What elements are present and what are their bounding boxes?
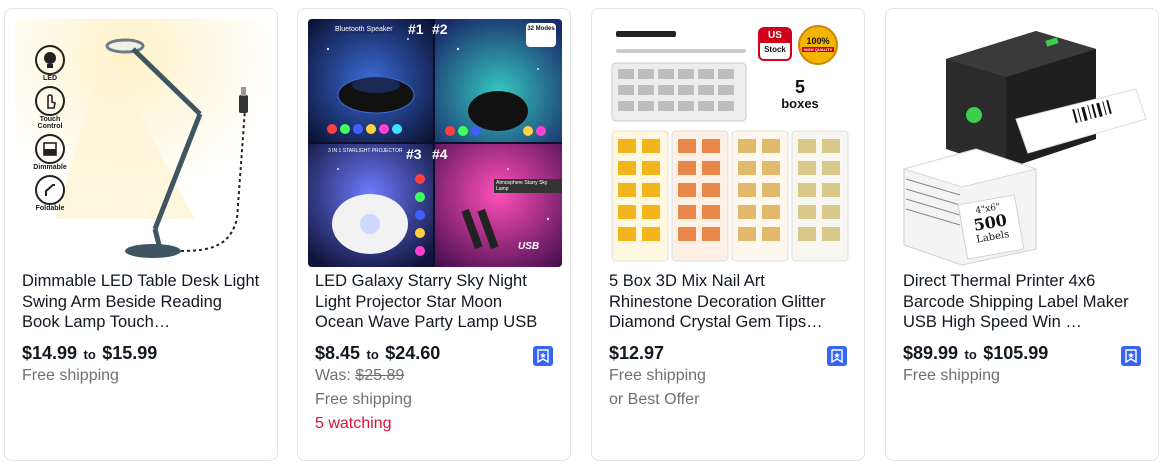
bookmark-star-icon — [537, 349, 549, 363]
price-low: $89.99 — [903, 343, 959, 363]
feature-label: Dimmable — [33, 164, 67, 171]
feature-label: Touch Control — [37, 116, 63, 130]
price-high: $15.99 — [102, 343, 158, 363]
price-to: to — [83, 347, 96, 362]
us-stock-top: US — [760, 29, 790, 43]
atmosphere-tag: Atmosphere Starry Sky Lamp — [494, 179, 562, 193]
listing-title[interactable]: Dimmable LED Table Desk Light Swing Arm … — [22, 271, 262, 333]
price-low: $14.99 — [22, 343, 78, 363]
best-offer-text: or Best Offer — [609, 391, 700, 408]
was-price: Was: $25.89 — [315, 367, 404, 385]
save-to-watchlist-button[interactable] — [533, 346, 553, 366]
price-range: $89.99 to $105.99 — [903, 343, 1048, 365]
boxes-word: boxes — [781, 96, 819, 111]
was-label: Was: — [315, 367, 356, 384]
price-high: $24.60 — [385, 343, 441, 363]
listing-title[interactable]: 5 Box 3D Mix Nail Art Rhinestone Decorat… — [609, 271, 849, 333]
feature-label: Foldable — [35, 205, 65, 212]
listing-card[interactable]: US Stock 100% HIGH QUALITY 5 boxes 5 Box… — [591, 8, 865, 461]
product-image-nail-rhinestones[interactable]: US Stock 100% HIGH QUALITY 5 boxes — [602, 19, 856, 267]
shipping-text: Free shipping — [903, 367, 1000, 384]
feature-badges: LED Touch Control Dimmable Foldable — [27, 45, 73, 212]
price: $12.97 — [609, 343, 665, 363]
panel-label: #3 — [406, 146, 422, 162]
quality-text: HIGH QUALITY — [802, 47, 834, 52]
dimmer-icon — [35, 134, 65, 164]
shipping-text: Free shipping — [315, 391, 412, 408]
bookmark-star-icon — [831, 349, 843, 363]
bookmark-star-icon — [1125, 349, 1137, 363]
bulb-icon — [35, 45, 65, 75]
listing-card[interactable]: 4"x6" 500 Labels Direct Thermal Printer … — [885, 8, 1159, 461]
quality-percent: 100% — [806, 36, 830, 46]
listing-card[interactable]: Bluetooth Speaker #1 #2 32 Modes 3 IN 1 … — [297, 8, 571, 461]
quality-seal: 100% HIGH QUALITY — [798, 25, 838, 65]
three-in-one-tag: 3 IN 1 STARLIGHT PROJECTOR — [328, 148, 403, 154]
price-high: $105.99 — [983, 343, 1049, 363]
shipping-text: Free shipping — [609, 367, 706, 384]
listing-grid: LED Touch Control Dimmable Foldable Dimm… — [4, 8, 1159, 462]
led-feature: LED — [27, 45, 73, 82]
us-stock-badge: US Stock — [758, 27, 792, 61]
price-to: to — [366, 347, 379, 362]
touch-feature: Touch Control — [27, 86, 73, 130]
feature-label: LED — [43, 75, 57, 82]
thermal-printer-illustration — [902, 31, 1147, 266]
listing-title[interactable]: LED Galaxy Starry Sky Night Light Projec… — [315, 271, 555, 333]
touch-icon — [35, 86, 65, 116]
panel-label: #1 — [408, 21, 424, 37]
galaxy-projector-collage — [308, 19, 562, 267]
price-to: to — [964, 347, 977, 362]
price-low: $8.45 — [315, 343, 361, 363]
product-image-label-printer[interactable]: 4"x6" 500 Labels — [896, 19, 1150, 267]
save-to-watchlist-button[interactable] — [827, 346, 847, 366]
dimmable-feature: Dimmable — [27, 134, 73, 171]
usb-tag: USB — [518, 241, 540, 252]
bluetooth-speaker-tag: Bluetooth Speaker — [332, 25, 396, 34]
price-range: $14.99 to $15.99 — [22, 343, 157, 365]
price-single: $12.97 — [609, 343, 664, 365]
shipping-text: Free shipping — [22, 367, 119, 384]
us-stock-bottom: Stock — [764, 45, 786, 54]
foldable-feature: Foldable — [27, 175, 73, 212]
was-value: $25.89 — [355, 367, 405, 384]
listing-title[interactable]: Direct Thermal Printer 4x6 Barcode Shipp… — [903, 271, 1143, 333]
product-image-galaxy-projector[interactable]: Bluetooth Speaker #1 #2 32 Modes 3 IN 1 … — [308, 19, 562, 267]
save-to-watchlist-button[interactable] — [1121, 346, 1141, 366]
boxes-count: 5 boxes — [762, 77, 838, 111]
watching-count: 5 watching — [315, 415, 392, 432]
modes-badge: 32 Modes — [526, 23, 556, 47]
product-image-desk-lamp[interactable]: LED Touch Control Dimmable Foldable — [15, 19, 269, 267]
fold-icon — [35, 175, 65, 205]
panel-label: #4 — [432, 146, 448, 162]
boxes-number: 5 — [794, 77, 805, 97]
panel-label: #2 — [432, 21, 448, 37]
labels-sticker: 4"x6" 500 Labels — [957, 194, 1025, 260]
price-range: $8.45 to $24.60 — [315, 343, 440, 365]
listing-card[interactable]: LED Touch Control Dimmable Foldable Dimm… — [4, 8, 278, 461]
